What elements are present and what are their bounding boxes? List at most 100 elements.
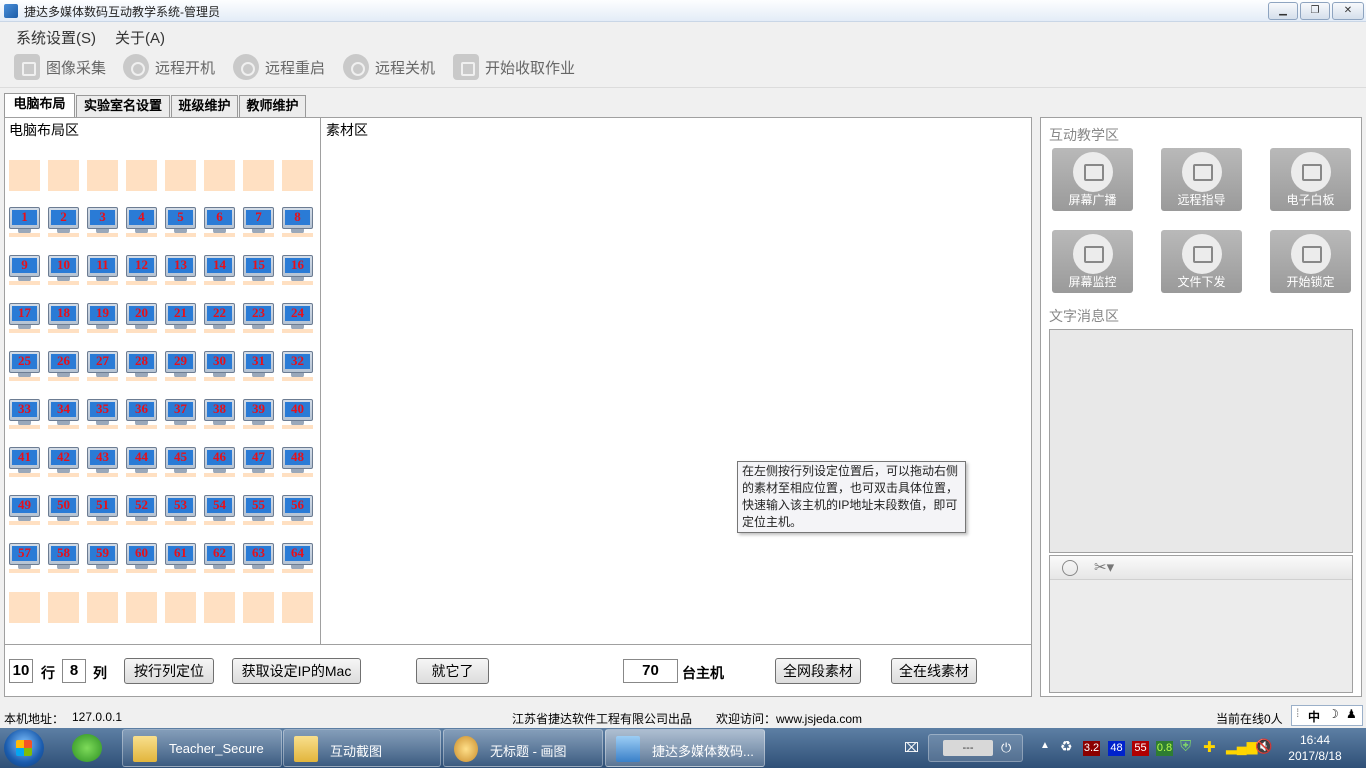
tray-input-widget[interactable]: --- ⏻ xyxy=(928,734,1023,762)
computer-seat[interactable]: 47 xyxy=(243,447,274,477)
confirm-button[interactable]: 就它了 xyxy=(416,658,489,684)
screen-monitor-button[interactable]: 屏幕监控 xyxy=(1052,230,1133,293)
computer-seat[interactable]: 29 xyxy=(165,351,196,381)
computer-seat[interactable]: 32 xyxy=(282,351,313,381)
start-lock-button[interactable]: 开始锁定 xyxy=(1270,230,1351,293)
all-online-material-button[interactable]: 全在线素材 xyxy=(891,658,977,684)
host-count-input[interactable]: 70 xyxy=(623,659,678,683)
maximize-button[interactable]: ❐ xyxy=(1300,2,1330,20)
computer-seat[interactable]: 57 xyxy=(9,543,40,573)
computer-seat[interactable]: 62 xyxy=(204,543,235,573)
computer-seat[interactable]: 9 xyxy=(9,255,40,285)
computer-seat[interactable]: 28 xyxy=(126,351,157,381)
ime-user-icon[interactable]: ♟ xyxy=(1346,707,1357,721)
security-plus-icon[interactable]: ✚ xyxy=(1203,738,1216,756)
computer-seat[interactable]: 37 xyxy=(165,399,196,429)
tab-teacher-maintenance[interactable]: 教师维护 xyxy=(239,95,306,117)
computer-seat[interactable]: 33 xyxy=(9,399,40,429)
collect-homework-button[interactable]: 开始收取作业 xyxy=(453,52,575,82)
computer-seat[interactable]: 26 xyxy=(48,351,79,381)
computer-seat[interactable]: 1 xyxy=(9,207,40,237)
rows-input[interactable]: 10 xyxy=(9,659,33,683)
computer-seat[interactable]: 45 xyxy=(165,447,196,477)
computer-seat[interactable]: 27 xyxy=(87,351,118,381)
material-area[interactable]: 素材区 xyxy=(322,118,1031,644)
computer-seat[interactable]: 44 xyxy=(126,447,157,477)
task-teacher-secure[interactable]: Teacher_Secure xyxy=(122,729,282,767)
computer-seat[interactable]: 35 xyxy=(87,399,118,429)
computer-seat[interactable]: 34 xyxy=(48,399,79,429)
computer-seat[interactable]: 3 xyxy=(87,207,118,237)
computer-seat[interactable]: 13 xyxy=(165,255,196,285)
computer-seat[interactable]: 31 xyxy=(243,351,274,381)
task-jieda-app[interactable]: 捷达多媒体数码... xyxy=(605,729,765,767)
computer-seat[interactable]: 11 xyxy=(87,255,118,285)
remote-restart-button[interactable]: 远程重启 xyxy=(233,52,325,82)
tab-class-maintenance[interactable]: 班级维护 xyxy=(171,95,238,117)
cols-input[interactable]: 8 xyxy=(62,659,86,683)
emoji-icon[interactable] xyxy=(1062,560,1078,576)
whiteboard-button[interactable]: 电子白板 xyxy=(1270,148,1351,211)
computer-seat[interactable]: 63 xyxy=(243,543,274,573)
message-display[interactable] xyxy=(1049,329,1353,553)
computer-seat[interactable]: 6 xyxy=(204,207,235,237)
computer-seat[interactable]: 2 xyxy=(48,207,79,237)
close-button[interactable]: ✕ xyxy=(1332,2,1364,20)
empty-seat-cell[interactable] xyxy=(48,592,79,623)
computer-seat[interactable]: 48 xyxy=(282,447,313,477)
empty-seat-cell[interactable] xyxy=(165,160,196,191)
ime-bar[interactable]: ⁞ 中 ☽ ♟ xyxy=(1291,705,1363,726)
quick-launch-refresh-icon[interactable] xyxy=(72,734,102,762)
computer-seat[interactable]: 60 xyxy=(126,543,157,573)
tray-keyboard-icon[interactable]: ⌧ xyxy=(900,728,920,768)
remote-power-on-button[interactable]: 远程开机 xyxy=(123,52,215,82)
remote-shutdown-button[interactable]: 远程关机 xyxy=(343,52,435,82)
computer-seat[interactable]: 55 xyxy=(243,495,274,525)
menu-system-settings[interactable]: 系统设置(S) xyxy=(16,27,96,48)
computer-seat[interactable]: 54 xyxy=(204,495,235,525)
task-screenshots-folder[interactable]: 互动截图 xyxy=(283,729,441,767)
empty-seat-cell[interactable] xyxy=(243,592,274,623)
computer-seat[interactable]: 4 xyxy=(126,207,157,237)
computer-seat[interactable]: 56 xyxy=(282,495,313,525)
get-mac-button[interactable]: 获取设定IP的Mac xyxy=(232,658,361,684)
empty-seat-cell[interactable] xyxy=(282,160,313,191)
computer-seat[interactable]: 17 xyxy=(9,303,40,333)
computer-seat[interactable]: 46 xyxy=(204,447,235,477)
volume-muted-icon[interactable]: 🔇 xyxy=(1255,738,1272,755)
empty-seat-cell[interactable] xyxy=(204,592,235,623)
computer-seat[interactable]: 38 xyxy=(204,399,235,429)
computer-seat[interactable]: 21 xyxy=(165,303,196,333)
computer-seat[interactable]: 24 xyxy=(282,303,313,333)
empty-seat-cell[interactable] xyxy=(9,160,40,191)
computer-seat[interactable]: 41 xyxy=(9,447,40,477)
task-paint[interactable]: 无标题 - 画图 xyxy=(443,729,603,767)
computer-seat[interactable]: 50 xyxy=(48,495,79,525)
empty-seat-cell[interactable] xyxy=(87,592,118,623)
computer-seat[interactable]: 64 xyxy=(282,543,313,573)
empty-seat-cell[interactable] xyxy=(87,160,118,191)
computer-seat[interactable]: 22 xyxy=(204,303,235,333)
empty-seat-cell[interactable] xyxy=(243,160,274,191)
computer-seat[interactable]: 15 xyxy=(243,255,274,285)
network-security-icon[interactable]: ♻ xyxy=(1060,738,1073,755)
computer-seat[interactable]: 51 xyxy=(87,495,118,525)
computer-seat[interactable]: 49 xyxy=(9,495,40,525)
tab-lab-name-settings[interactable]: 实验室名设置 xyxy=(76,95,170,117)
screen-broadcast-button[interactable]: 屏幕广播 xyxy=(1052,148,1133,211)
computer-seat[interactable]: 61 xyxy=(165,543,196,573)
empty-seat-cell[interactable] xyxy=(165,592,196,623)
all-segment-material-button[interactable]: 全网段素材 xyxy=(775,658,861,684)
computer-seat[interactable]: 30 xyxy=(204,351,235,381)
computer-seat[interactable]: 10 xyxy=(48,255,79,285)
start-button[interactable] xyxy=(4,729,44,767)
ime-halfwidth-moon-icon[interactable]: ☽ xyxy=(1328,707,1339,721)
screenshot-scissors-icon[interactable]: ✂▾ xyxy=(1094,558,1114,576)
show-hidden-icons-chevron-icon[interactable]: ▲ xyxy=(1040,740,1050,751)
menu-about[interactable]: 关于(A) xyxy=(115,27,165,48)
computer-seat[interactable]: 40 xyxy=(282,399,313,429)
computer-seat[interactable]: 23 xyxy=(243,303,274,333)
computer-seat[interactable]: 7 xyxy=(243,207,274,237)
empty-seat-cell[interactable] xyxy=(126,592,157,623)
computer-seat[interactable]: 19 xyxy=(87,303,118,333)
